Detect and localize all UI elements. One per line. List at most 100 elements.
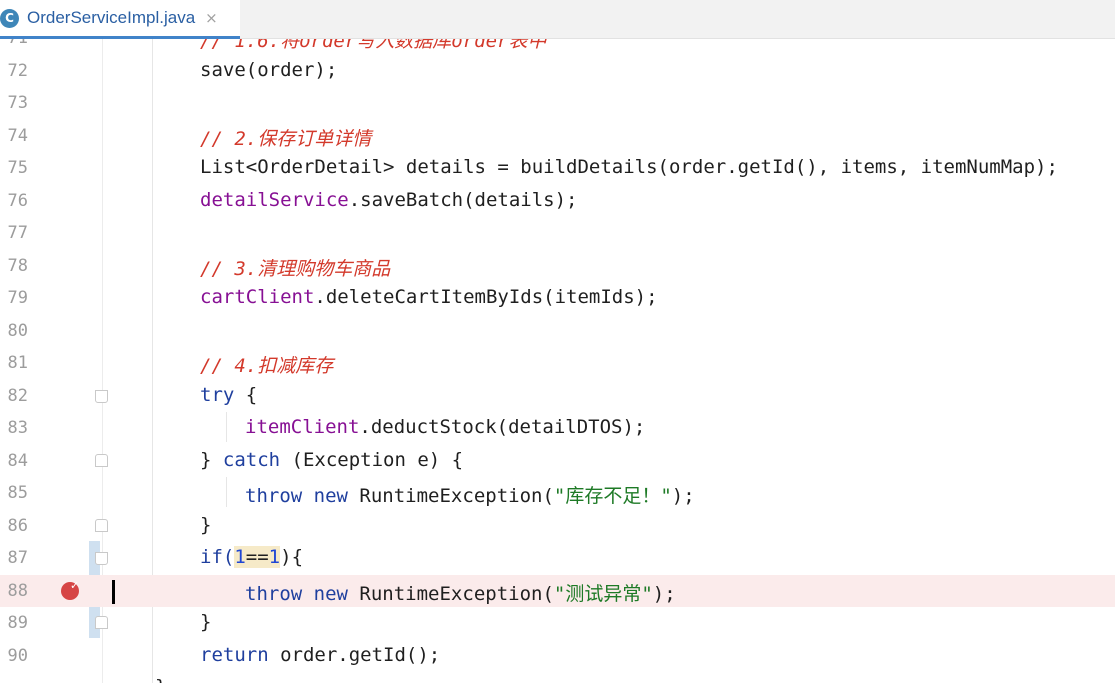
code-editor[interactable]: 71 // 1.6.将order写入数据库order表中 72 save(ord… — [0, 39, 1115, 683]
breakpoint-check-icon: ✓ — [70, 579, 80, 592]
operator: == — [245, 546, 269, 568]
code-text: itemClient.deductStock(detailDTOS); — [245, 416, 645, 438]
code-line[interactable]: 75 List<OrderDetail> details = buildDeta… — [0, 152, 1115, 184]
line-number: 79 — [7, 288, 28, 308]
line-number: 78 — [7, 256, 28, 276]
code-line[interactable]: 90 return order.getId(); — [0, 640, 1115, 672]
line-number: 71 — [6, 39, 28, 48]
code-line[interactable]: 83 itemClient.deductStock(detailDTOS); — [0, 412, 1115, 444]
tab-order-service-impl[interactable]: C OrderServiceImpl.java × — [0, 0, 240, 39]
keyword: throw — [245, 583, 303, 605]
line-number: 84 — [7, 451, 28, 471]
line-number: 75 — [7, 158, 28, 178]
code-text: } — [200, 611, 212, 633]
line-number: 82 — [7, 386, 28, 406]
line-number: 89 — [7, 613, 28, 633]
field-reference: itemClient — [245, 416, 360, 438]
code-comment: // 2.保存订单详情 — [200, 128, 372, 150]
line-number: 81 — [7, 353, 28, 373]
code-text: List<OrderDetail> details = buildDetails… — [200, 156, 1058, 178]
keyword: new — [313, 583, 348, 605]
code-line[interactable]: 78 // 3.清理购物车商品 — [0, 250, 1115, 282]
code-line[interactable]: 81 // 4.扣减库存 — [0, 347, 1115, 379]
line-number: 87 — [7, 548, 28, 568]
code-line[interactable]: 77 — [0, 217, 1115, 249]
line-number: 77 — [7, 223, 28, 243]
number-literal: 1 — [268, 546, 281, 568]
code-comment: // 3.清理购物车商品 — [200, 258, 391, 280]
code-text: throw new RuntimeException("库存不足！"); — [245, 481, 695, 508]
keyword: if( — [200, 546, 235, 568]
code-line[interactable]: 85 throw new RuntimeException("库存不足！"); — [0, 477, 1115, 509]
code-line[interactable]: 79 cartClient.deleteCartItemByIds(itemId… — [0, 282, 1115, 314]
code-comment: // 1.6.将order写入数据库order表中 — [200, 39, 547, 52]
code-text: detailService.saveBatch(details); — [200, 189, 578, 211]
fold-marker-icon[interactable] — [95, 552, 108, 565]
tab-title[interactable]: OrderServiceImpl.java — [27, 8, 195, 28]
keyword: throw — [245, 485, 303, 507]
code-text: cartClient.deleteCartItemByIds(itemIds); — [200, 286, 658, 308]
field-reference: cartClient — [200, 286, 315, 308]
fold-marker-icon[interactable] — [95, 519, 108, 532]
code-line[interactable]: 89 } — [0, 607, 1115, 639]
keyword: return — [200, 644, 269, 666]
line-number: 76 — [7, 191, 28, 211]
code-comment: // 4.扣减库存 — [200, 355, 334, 377]
keyword: new — [313, 485, 348, 507]
code-text: return order.getId(); — [200, 644, 440, 666]
string-literal: "库存不足！" — [553, 485, 672, 507]
java-class-icon: C — [0, 8, 19, 28]
code-line[interactable]: 86 } — [0, 510, 1115, 542]
string-literal: "测试异常" — [553, 583, 653, 605]
editor-tab-bar: C OrderServiceImpl.java × — [0, 0, 1115, 39]
code-line[interactable]: 72 save(order); — [0, 55, 1115, 87]
code-text: try { — [200, 384, 257, 406]
text-caret — [112, 580, 115, 604]
code-fragment: .deleteCartItemByIds(itemIds); — [314, 286, 658, 308]
code-line[interactable]: 74 // 2.保存订单详情 — [0, 120, 1115, 152]
keyword: catch — [222, 449, 281, 471]
code-line[interactable]: 71 // 1.6.将order写入数据库order表中 — [0, 39, 1115, 54]
code-line[interactable]: 76 detailService.saveBatch(details); — [0, 185, 1115, 217]
code-fragment: order.getId(); — [268, 644, 441, 666]
fold-marker-icon[interactable] — [95, 390, 108, 403]
code-fragment: ); — [671, 485, 695, 507]
code-fragment: RuntimeException( — [347, 583, 554, 605]
code-fragment: .saveBatch(details); — [348, 189, 578, 211]
code-fragment: ); — [652, 583, 676, 605]
code-text: } — [200, 514, 212, 536]
close-icon[interactable]: × — [205, 9, 218, 27]
code-line[interactable]: 84 } catch (Exception e) { — [0, 445, 1115, 477]
code-fragment: ){ — [280, 546, 304, 568]
fold-marker-icon[interactable] — [95, 454, 108, 467]
number-literal: 1 — [234, 546, 246, 568]
line-number: 80 — [7, 321, 28, 341]
code-line[interactable]: 80 — [0, 315, 1115, 347]
fold-marker-icon[interactable] — [95, 616, 108, 629]
code-line-breakpoint[interactable]: 88 ✓ throw new RuntimeException("测试异常"); — [0, 575, 1115, 607]
code-line[interactable]: 73 — [0, 87, 1115, 119]
line-number: 88 — [7, 581, 28, 601]
code-line[interactable]: 82 try { — [0, 380, 1115, 412]
code-fragment: { — [234, 384, 258, 406]
line-number: 86 — [7, 516, 28, 536]
code-text: } catch (Exception e) { — [200, 449, 463, 471]
line-number: 83 — [7, 418, 28, 438]
field-reference: detailService — [200, 189, 349, 211]
line-number: 73 — [7, 93, 28, 113]
code-line[interactable]: 87 if(1==1){ — [0, 542, 1115, 574]
line-number: 85 — [7, 483, 28, 503]
code-fragment: } — [200, 449, 223, 471]
code-line[interactable]: } — [0, 672, 1115, 683]
code-fragment — [302, 485, 313, 507]
code-text: save(order); — [200, 59, 338, 81]
code-text: throw new RuntimeException("测试异常"); — [245, 579, 676, 606]
keyword: try — [200, 384, 235, 406]
line-number: 90 — [7, 646, 28, 666]
code-text: if(1==1){ — [200, 546, 303, 568]
code-fragment: RuntimeException( — [347, 485, 554, 507]
code-fragment: .deductStock(detailDTOS); — [359, 416, 646, 438]
code-text: } — [155, 676, 166, 683]
line-number: 72 — [7, 61, 28, 81]
code-fragment — [302, 583, 313, 605]
